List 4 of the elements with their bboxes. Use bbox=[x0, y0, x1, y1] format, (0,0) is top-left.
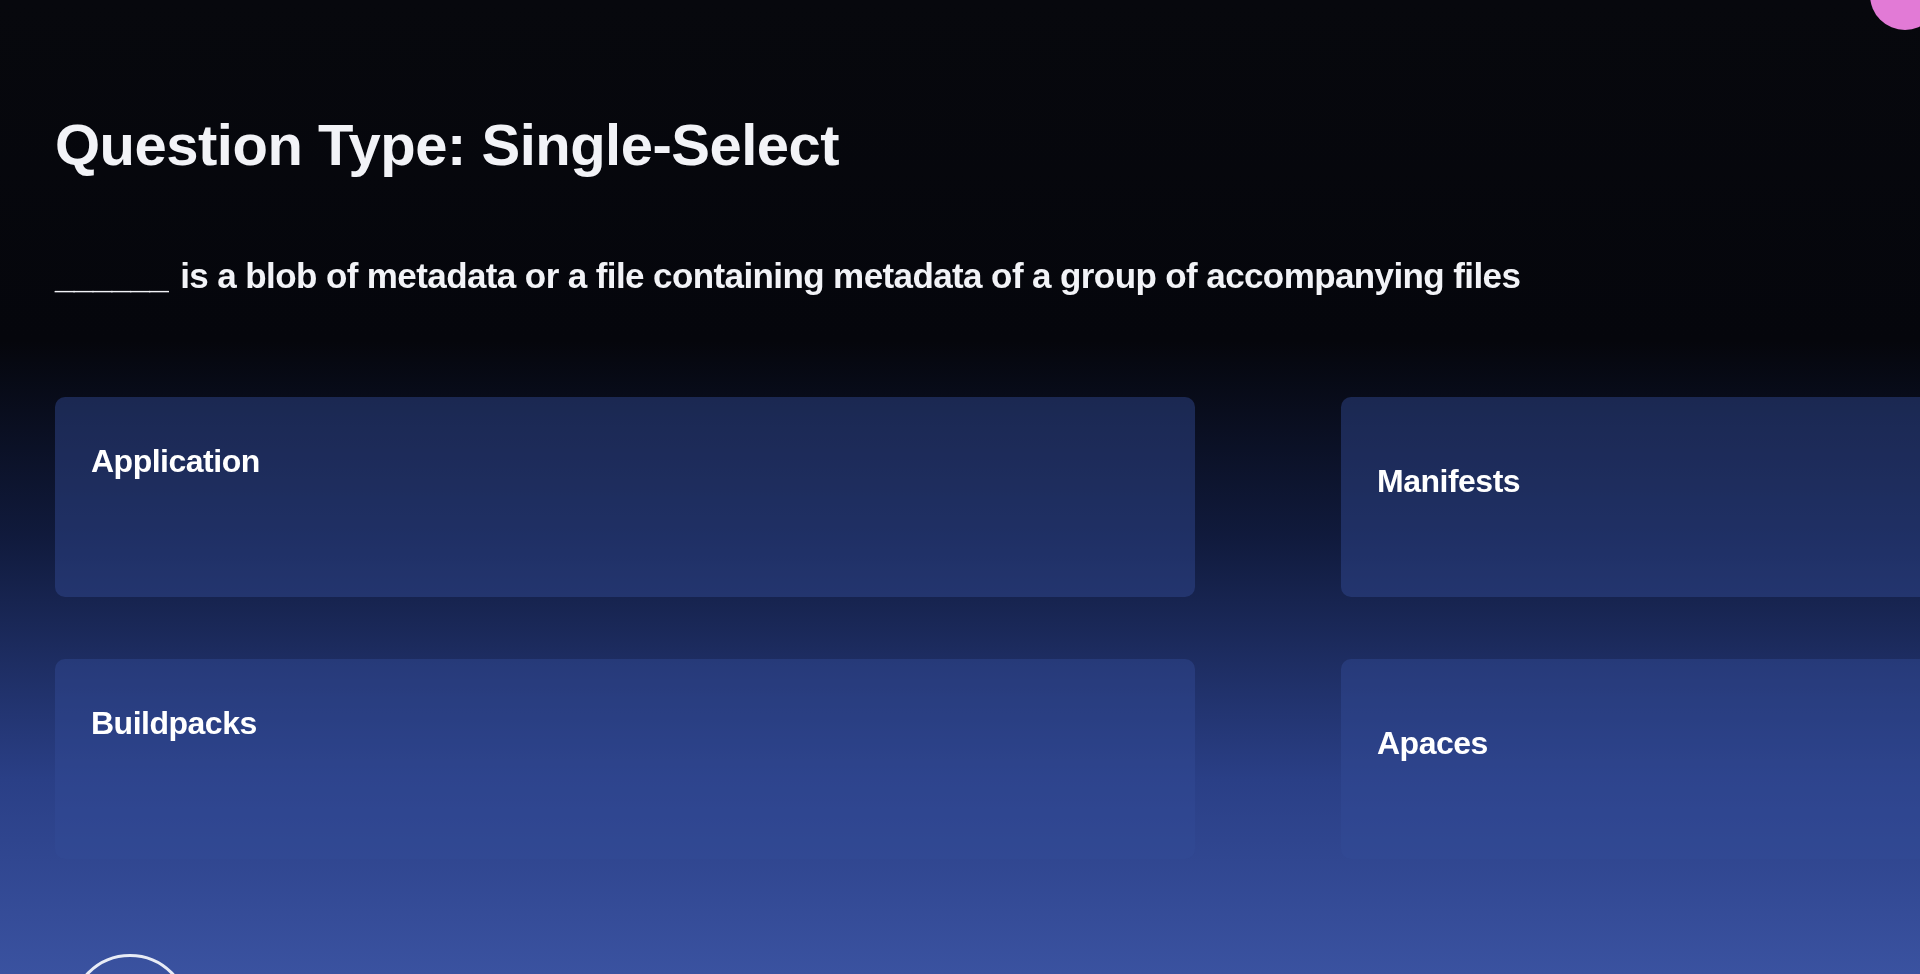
question-type-heading: Question Type: Single-Select bbox=[55, 111, 841, 179]
answer-option[interactable]: Manifests bbox=[1341, 397, 1920, 598]
answer-option[interactable]: Application bbox=[55, 397, 1195, 598]
question-text: ______ is a blob of metadata or a file containing metadata of a group of accompanying files bbox=[55, 254, 1522, 297]
